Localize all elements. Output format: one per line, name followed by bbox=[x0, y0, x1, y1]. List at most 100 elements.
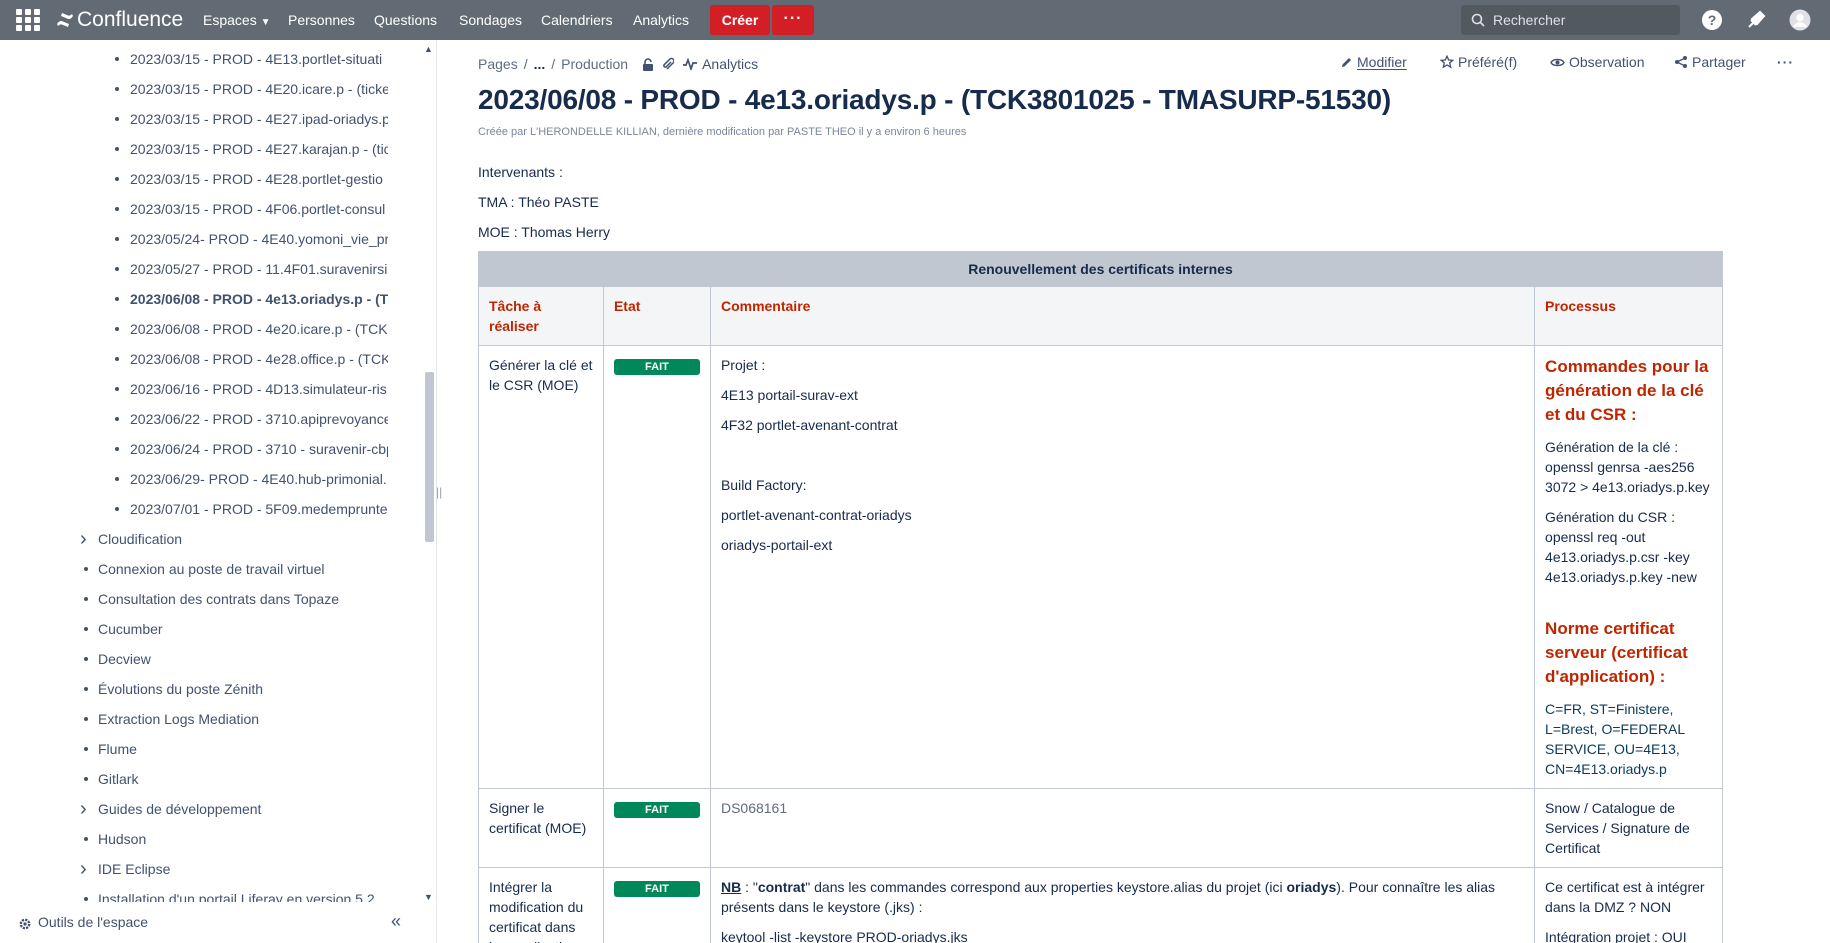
sidebar-tree-item[interactable]: Consultation des contrats dans Topaze bbox=[0, 584, 420, 614]
comment-cell: Projet : 4E13 portail-surav-ext 4F32 por… bbox=[709, 345, 1536, 789]
sidebar-tree-item[interactable]: Installation d'un portail Liferay en ver… bbox=[0, 884, 420, 902]
sidebar-tree-item[interactable]: 2023/03/15 - PROD - 4E27.karajan.p - (ti… bbox=[0, 134, 420, 164]
watch-button[interactable]: Observation bbox=[1550, 54, 1644, 70]
sidebar-tree-item[interactable]: 2023/06/08 - PROD - 4e13.oriadys.p - (T bbox=[0, 284, 420, 314]
sidebar-tree-item[interactable]: Gitlark bbox=[0, 764, 420, 794]
sidebar-tree-item[interactable]: Hudson bbox=[0, 824, 420, 854]
sidebar-tree-item[interactable]: › Guides de développement bbox=[0, 794, 420, 824]
page-actions: Modifier Préféré(f) Observation Partager… bbox=[438, 54, 1830, 76]
sidebar-tree-item[interactable]: 2023/06/08 - PROD - 4e20.icare.p - (TCK3 bbox=[0, 314, 420, 344]
sidebar-tree-item[interactable]: 2023/06/29- PROD - 4E40.hub-primonial. bbox=[0, 464, 420, 494]
sidebar-scrollbar-thumb[interactable] bbox=[425, 372, 434, 542]
app-switcher-icon[interactable] bbox=[16, 9, 40, 31]
sidebar-tree-item[interactable]: 2023/03/15 - PROD - 4F06.portlet-consul bbox=[0, 194, 420, 224]
process-text: Génération de la clé : openssl genrsa -a… bbox=[1545, 439, 1710, 495]
sidebar-tree-item[interactable]: 2023/03/15 - PROD - 4E27.ipad-oriadys.p bbox=[0, 104, 420, 134]
chevron-right-icon[interactable]: › bbox=[80, 524, 87, 554]
sidebar-tree-item[interactable]: Cucumber bbox=[0, 614, 420, 644]
svg-text:?: ? bbox=[1708, 12, 1717, 28]
sidebar-tree-item-label: Gitlark bbox=[98, 771, 139, 787]
nav-analytics[interactable]: Analytics bbox=[633, 0, 689, 40]
edit-button[interactable]: Modifier bbox=[1340, 54, 1407, 70]
share-button[interactable]: Partager bbox=[1674, 54, 1746, 70]
sidebar-tree-item-label: Connexion au poste de travail virtuel bbox=[98, 561, 325, 577]
space-tools[interactable]: Outils de l'espace « bbox=[0, 902, 437, 943]
status-badge: FAIT bbox=[613, 881, 700, 897]
comment-cell: NB : "contrat" dans les commandes corres… bbox=[709, 867, 1536, 943]
sidebar-tree-item-label: 2023/03/15 - PROD - 4E20.icare.p - (tick… bbox=[130, 81, 388, 97]
comment-line bbox=[721, 445, 1524, 465]
bullet-icon bbox=[115, 267, 119, 271]
page-content: Pages / ... / Production Analytics Modif… bbox=[438, 40, 1830, 943]
note-paragraph: NB : "contrat" dans les commandes corres… bbox=[721, 877, 1524, 917]
chevron-right-icon[interactable]: › bbox=[80, 794, 87, 824]
bullet-icon bbox=[84, 657, 88, 661]
comment-line: 4E13 portail-surav-ext bbox=[720, 387, 858, 403]
sidebar-tree-item[interactable]: Extraction Logs Mediation bbox=[0, 704, 420, 734]
sidebar-tree-item[interactable]: › IDE Eclipse bbox=[0, 854, 420, 884]
more-actions-button[interactable]: ··· bbox=[1777, 54, 1794, 70]
sidebar-tree-item[interactable]: 2023/06/16 - PROD - 4D13.simulateur-ris bbox=[0, 374, 420, 404]
create-button[interactable]: Créer bbox=[710, 5, 770, 35]
help-icon[interactable]: ? bbox=[1701, 9, 1723, 31]
sidebar-tree-item-label: 2023/06/08 - PROD - 4e20.icare.p - (TCK3 bbox=[130, 321, 388, 337]
sidebar-tree-item[interactable]: › Cloudification bbox=[0, 524, 420, 554]
create-more-button[interactable]: ··· bbox=[772, 5, 814, 35]
table-row: Signer le certificat (MOE) FAIT DS068161… bbox=[478, 788, 1723, 868]
nav-espaces[interactable]: Espaces ▼ bbox=[203, 0, 271, 40]
sidebar-tree-item[interactable]: Decview bbox=[0, 644, 420, 674]
sidebar-tree-item-label: Cucumber bbox=[98, 621, 163, 637]
sidebar-tree-item[interactable]: 2023/03/15 - PROD - 4E13.portlet-situati bbox=[0, 44, 420, 74]
status-cell: FAIT bbox=[602, 788, 711, 868]
nb-text: " dans les commandes correspond aux prop… bbox=[805, 879, 1287, 895]
bullet-icon bbox=[115, 447, 119, 451]
notifications-icon[interactable] bbox=[1745, 9, 1767, 31]
sidebar-tree-item-label: Extraction Logs Mediation bbox=[98, 711, 260, 727]
sidebar-tree-item-label: 2023/03/15 - PROD - 4E28.portlet-gestio bbox=[130, 171, 383, 187]
sidebar-tree-item[interactable]: 2023/05/27 - PROD - 11.4F01.suravenirsi bbox=[0, 254, 420, 284]
nav-calendriers[interactable]: Calendriers bbox=[541, 0, 613, 40]
nav-questions[interactable]: Questions bbox=[374, 0, 437, 40]
comment-line: oriadys-portail-ext bbox=[720, 537, 833, 553]
top-navigation-bar: Confluence Espaces ▼ Personnes Questions… bbox=[0, 0, 1830, 40]
status-cell: FAIT bbox=[602, 345, 711, 789]
bullet-icon bbox=[84, 627, 88, 631]
certificates-table: Renouvellement des certificats internes … bbox=[478, 251, 1723, 943]
comment-line: 4F32 portlet-avenant-contrat bbox=[720, 417, 898, 433]
sidebar-tree-item[interactable]: 2023/03/15 - PROD - 4E20.icare.p - (tick… bbox=[0, 74, 420, 104]
nav-sondages[interactable]: Sondages bbox=[459, 0, 522, 40]
sidebar-tree-item[interactable]: 2023/05/24- PROD - 4E40.yomoni_vie_pr bbox=[0, 224, 420, 254]
favorite-button[interactable]: Préféré(f) bbox=[1440, 54, 1517, 70]
avatar-icon[interactable] bbox=[1789, 9, 1811, 31]
scroll-up-icon[interactable]: ▲ bbox=[424, 44, 433, 54]
sidebar-tree-item-label: 2023/03/15 - PROD - 4E13.portlet-situati bbox=[130, 51, 383, 67]
sidebar-tree-item[interactable]: Évolutions du poste Zénith bbox=[0, 674, 420, 704]
comment-line: portlet-avenant-contrat-oriadys bbox=[720, 507, 912, 523]
sidebar-tree-item[interactable]: Connexion au poste de travail virtuel bbox=[0, 554, 420, 584]
collapse-sidebar-icon[interactable]: « bbox=[391, 911, 401, 932]
process-text: C=FR, ST=Finistere, L=Brest, O=FEDERAL S… bbox=[1545, 701, 1685, 777]
sidebar-tree-item-label: 2023/06/29- PROD - 4E40.hub-primonial. bbox=[130, 471, 387, 487]
process-text: Ce certificat est à intégrer dans la DMZ… bbox=[1545, 879, 1705, 915]
eye-icon bbox=[1550, 58, 1565, 66]
sidebar-tree-item[interactable]: 2023/07/01 - PROD - 5F09.medemprunte bbox=[0, 494, 420, 524]
process-cell: Ce certificat est à intégrer dans la DMZ… bbox=[1534, 867, 1723, 943]
paragraph-moe: MOE : Thomas Herry bbox=[478, 224, 610, 240]
bullet-icon bbox=[84, 717, 88, 721]
sidebar-tree-item-label: Cloudification bbox=[98, 531, 183, 547]
sidebar-tree-item-label: 2023/03/15 - PROD - 4F06.portlet-consul bbox=[130, 201, 386, 217]
sidebar-tree-item[interactable]: 2023/06/22 - PROD - 3710.apiprevoyance bbox=[0, 404, 420, 434]
sidebar-tree-item[interactable]: Flume bbox=[0, 734, 420, 764]
header-status: Etat bbox=[602, 286, 711, 346]
nav-personnes[interactable]: Personnes bbox=[288, 0, 355, 40]
sidebar-tree-item-label: 2023/06/24 - PROD - 3710 - suravenir-cbp bbox=[130, 441, 388, 457]
sidebar-tree-item[interactable]: 2023/06/24 - PROD - 3710 - suravenir-cbp bbox=[0, 434, 420, 464]
process-text: Intégration projet : OUI bbox=[1545, 929, 1687, 943]
confluence-logo[interactable]: Confluence bbox=[56, 0, 183, 40]
nb-bold: oriadys bbox=[1286, 879, 1337, 895]
chevron-right-icon[interactable]: › bbox=[80, 854, 87, 884]
search-input[interactable]: Rechercher bbox=[1461, 5, 1680, 35]
scroll-down-icon[interactable]: ▼ bbox=[424, 892, 433, 902]
sidebar-tree-item[interactable]: 2023/06/08 - PROD - 4e28.office.p - (TCK bbox=[0, 344, 420, 374]
sidebar-tree-item[interactable]: 2023/03/15 - PROD - 4E28.portlet-gestio bbox=[0, 164, 420, 194]
